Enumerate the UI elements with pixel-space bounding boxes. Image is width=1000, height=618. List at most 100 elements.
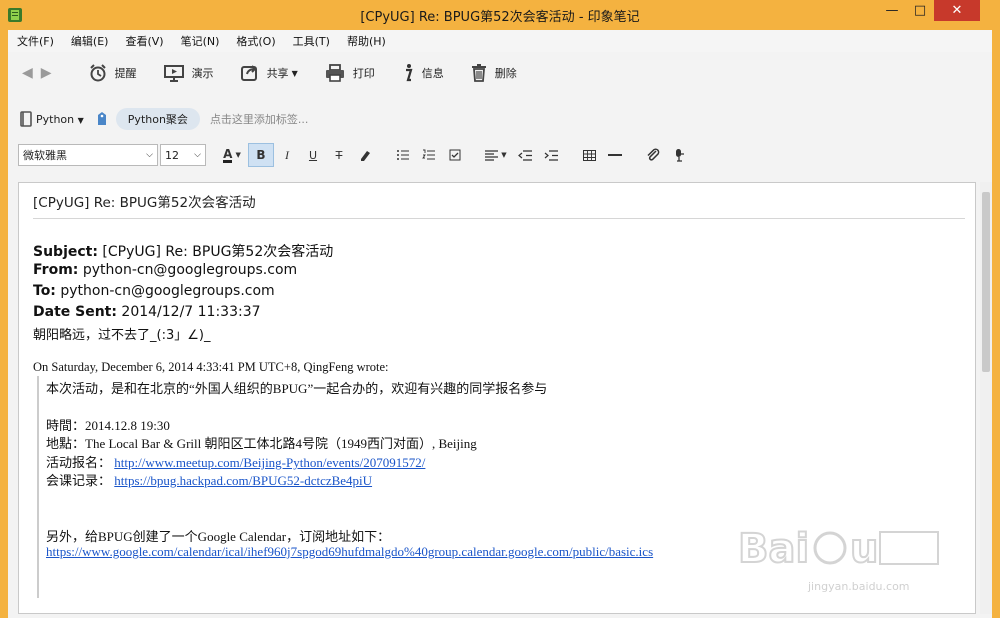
attach-button[interactable]: [640, 143, 666, 167]
calendar-link[interactable]: https://www.google.com/calendar/ical/ihe…: [46, 544, 653, 559]
signup-link[interactable]: http://www.meetup.com/Beijing-Python/eve…: [114, 455, 425, 470]
share-label: 共享: [266, 67, 289, 80]
event-time: 時間：2014.12.8 19:30: [46, 418, 170, 433]
date-sent-label: Date Sent:: [33, 304, 117, 320]
bullet-list-icon: [397, 150, 409, 160]
horizontal-rule-button[interactable]: [602, 143, 628, 167]
menu-format[interactable]: 格式(O): [236, 33, 275, 49]
notebook-name: Python: [36, 112, 75, 126]
baidu-watermark-logo: Bai u: [738, 525, 939, 572]
highlighter-button[interactable]: [352, 143, 378, 167]
share-dropdown-icon: ▼: [291, 68, 298, 78]
font-size-select[interactable]: 12 ⌵: [160, 144, 206, 166]
from-value: python-cn@googlegroups.com: [78, 262, 298, 278]
font-size-chevron-icon: ⌵: [194, 150, 201, 160]
notes-link[interactable]: https://bpug.hackpad.com/BPUG52-dctczBe4…: [114, 473, 372, 488]
notebook-icon: [20, 111, 32, 127]
notebook-selector[interactable]: Python ▼: [36, 113, 84, 126]
svg-text:Bai: Bai: [738, 526, 809, 572]
outdent-button[interactable]: [512, 143, 538, 167]
strikethrough-button[interactable]: T: [326, 143, 352, 167]
maximize-button[interactable]: □: [906, 0, 934, 21]
subject-line: Subject: [CPyUG] Re: BPUG第52次会客活动: [33, 241, 333, 261]
outdent-icon: [518, 149, 532, 161]
reminder-button[interactable]: 提醒: [88, 63, 137, 83]
watermark-url: jingyan.baidu.com: [808, 580, 910, 593]
italic-button[interactable]: I: [274, 143, 300, 167]
align-button[interactable]: ▼: [480, 143, 512, 167]
event-place: 地點：The Local Bar & Grill 朝阳区工体北路4号院（1949…: [46, 436, 477, 451]
signup-line: 活动报名： http://www.meetup.com/Beijing-Pyth…: [46, 452, 425, 471]
main-toolbar: ◀ ▶ 提醒 演示 共享 ▼ 打印 信息 删除: [8, 54, 992, 92]
quote-attribution: On Saturday, December 6, 2014 4:33:41 PM…: [33, 360, 389, 374]
title-bar[interactable]: [CPyUG] Re: BPUG第52次会客活动 - 印象笔记 — □ ✕: [0, 0, 1000, 30]
checkbox-button[interactable]: [442, 143, 468, 167]
print-button[interactable]: 打印: [324, 63, 375, 83]
tag-pill[interactable]: Python聚会: [115, 108, 200, 130]
trash-icon: [471, 64, 486, 82]
underline-button[interactable]: U: [300, 143, 326, 167]
present-label: 演示: [191, 67, 214, 80]
date-sent-line: Date Sent: 2014/12/7 11:33:37: [33, 304, 261, 320]
forward-arrow-icon[interactable]: ▶: [41, 65, 52, 81]
microphone-icon: [676, 149, 684, 162]
editor-scrollbar[interactable]: [980, 182, 992, 614]
present-button[interactable]: 演示: [163, 63, 214, 83]
menu-help[interactable]: 帮助(H): [347, 33, 386, 49]
to-line: To: python-cn@googlegroups.com: [33, 283, 275, 299]
note-title-field[interactable]: [CPyUG] Re: BPUG第52次会客活动: [33, 191, 256, 211]
info-button[interactable]: 信息: [401, 63, 444, 83]
back-arrow-icon[interactable]: ◀: [22, 65, 33, 81]
align-dropdown-icon: ▼: [501, 151, 507, 159]
audio-record-button[interactable]: [666, 143, 692, 167]
scrollbar-thumb[interactable]: [982, 192, 990, 372]
bullet-list-button[interactable]: [390, 143, 416, 167]
title-divider: [33, 218, 965, 219]
paperclip-icon: [647, 148, 660, 161]
menu-note[interactable]: 笔记(N): [181, 33, 220, 49]
svg-text:u: u: [850, 526, 878, 572]
table-icon: [582, 149, 596, 161]
menu-tools[interactable]: 工具(T): [293, 33, 330, 49]
menu-file[interactable]: 文件(F): [17, 33, 54, 49]
nav-arrows: ◀ ▶: [22, 65, 60, 81]
menu-bar: 文件(F) 编辑(E) 查看(V) 笔记(N) 格式(O) 工具(T) 帮助(H…: [8, 30, 992, 52]
delete-button[interactable]: 删除: [470, 63, 517, 83]
indent-button[interactable]: [538, 143, 564, 167]
tag-icon[interactable]: [96, 111, 108, 127]
font-color-button[interactable]: A ▼: [216, 143, 248, 167]
highlighter-icon: [361, 151, 370, 161]
font-family-select[interactable]: 微软雅黑 ⌵: [18, 144, 158, 166]
reply-text: 朝阳略远，过不去了_(:3」∠)_: [33, 328, 211, 343]
delete-label: 删除: [494, 67, 517, 80]
minimize-button[interactable]: —: [878, 0, 906, 21]
printer-icon: [325, 64, 344, 82]
info-icon: [405, 64, 413, 82]
share-icon: [240, 65, 257, 81]
to-label: To:: [33, 283, 56, 299]
bold-button[interactable]: B: [248, 143, 274, 167]
quote-intro: 本次活动，是和在北京的“外国人组织的BPUG”一起合办的，欢迎有兴趣的同学报名参…: [46, 381, 548, 396]
notes-label: 会课记录：: [46, 473, 112, 488]
subject-value: [CPyUG] Re: BPUG第52次会客活动: [97, 244, 334, 260]
add-tag-input[interactable]: 点击这里添加标签...: [210, 111, 309, 127]
font-family-chevron-icon: ⌵: [146, 150, 153, 160]
menu-edit[interactable]: 编辑(E): [71, 33, 109, 49]
notebook-dropdown-icon: ▼: [77, 115, 84, 125]
close-button[interactable]: ✕: [934, 0, 980, 21]
notes-line: 会课记录： https://bpug.hackpad.com/BPUG52-dc…: [46, 470, 372, 489]
alarm-clock-icon: [89, 64, 106, 82]
numbered-list-icon: [422, 149, 435, 160]
from-label: From:: [33, 262, 79, 278]
quote-bar: [37, 376, 39, 598]
share-button[interactable]: 共享 ▼: [240, 63, 298, 83]
numbered-list-button[interactable]: [416, 143, 442, 167]
font-size-value: 12: [165, 148, 179, 162]
menu-view[interactable]: 查看(V): [125, 33, 163, 49]
print-label: 打印: [352, 67, 375, 80]
font-color-icon: A: [223, 146, 233, 163]
indent-icon: [544, 149, 558, 161]
calendar-link-line: https://www.google.com/calendar/ical/ihe…: [46, 544, 653, 560]
table-button[interactable]: [576, 143, 602, 167]
window-title: [CPyUG] Re: BPUG第52次会客活动 - 印象笔记: [360, 10, 640, 25]
